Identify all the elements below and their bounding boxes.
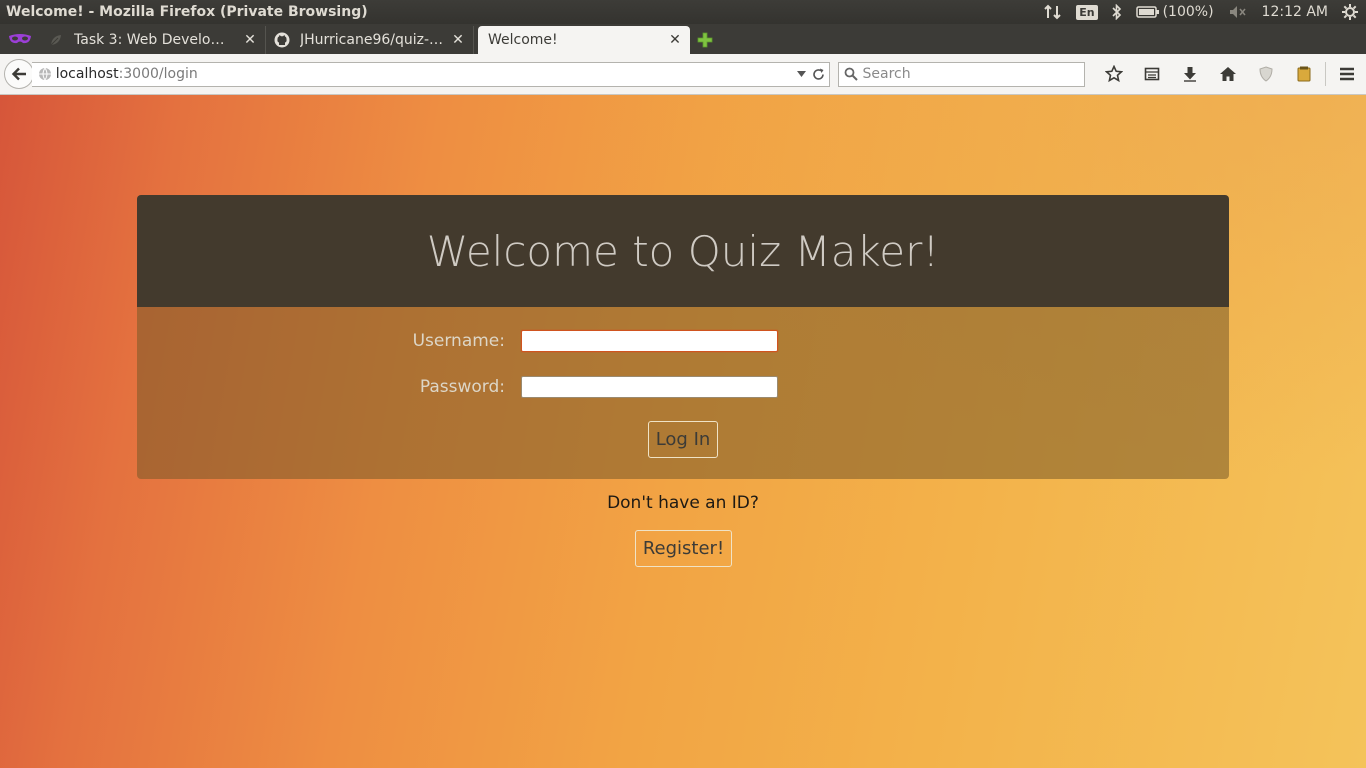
- url-path: :3000/login: [118, 66, 198, 82]
- plus-icon: [697, 32, 713, 48]
- card-header: Welcome to Quiz Maker!: [137, 195, 1229, 307]
- tab-label: JHurricane96/quiz-…: [300, 32, 444, 48]
- login-card: Welcome to Quiz Maker! Username: Passwor…: [137, 195, 1229, 479]
- settings-gear-icon[interactable]: [1342, 4, 1358, 20]
- new-tab-button[interactable]: [690, 26, 720, 54]
- bookmark-star-icon[interactable]: [1095, 59, 1133, 89]
- site-identity-globe-icon[interactable]: [38, 67, 52, 81]
- toolbar-separator: [1325, 62, 1326, 86]
- navigation-toolbar: localhost:3000/login: [0, 54, 1366, 95]
- private-browsing-mask-icon: [0, 24, 40, 54]
- keyboard-layout-indicator[interactable]: En: [1076, 4, 1098, 20]
- toolbar-icons: [1095, 59, 1366, 89]
- reload-icon[interactable]: [812, 68, 825, 81]
- notes-extension-icon[interactable]: [1285, 59, 1323, 89]
- leaf-icon: [48, 32, 64, 48]
- hamburger-menu-icon[interactable]: [1328, 59, 1366, 89]
- system-top-panel: Welcome! - Mozilla Firefox (Private Brow…: [0, 0, 1366, 24]
- arrow-left-icon: [11, 67, 26, 81]
- battery-percentage: (100%): [1162, 4, 1214, 20]
- bookmarks-menu-icon[interactable]: [1133, 59, 1171, 89]
- password-label: Password:: [419, 377, 505, 397]
- tab-label: Task 3: Web Develo…: [74, 32, 225, 48]
- back-button[interactable]: [4, 59, 34, 89]
- password-input[interactable]: [521, 376, 778, 398]
- login-button[interactable]: Log In: [648, 421, 718, 458]
- close-icon[interactable]: ✕: [243, 32, 257, 48]
- search-icon: [844, 67, 858, 81]
- browser-tab-strip: Task 3: Web Develo… ✕ JHurricane96/quiz-…: [0, 24, 1366, 54]
- username-input[interactable]: [521, 330, 778, 352]
- tab-label: Welcome!: [488, 32, 558, 48]
- page-viewport: Welcome to Quiz Maker! Username: Passwor…: [0, 95, 1366, 768]
- system-indicators: En (100%) 12:12 AM: [1030, 0, 1366, 24]
- window-title: Welcome! - Mozilla Firefox (Private Brow…: [6, 4, 368, 20]
- close-icon[interactable]: ✕: [668, 32, 682, 48]
- username-row: Username:: [385, 330, 778, 352]
- tab-welcome[interactable]: Welcome! ✕: [478, 26, 690, 54]
- shield-extension-icon[interactable]: [1247, 59, 1285, 89]
- bluetooth-icon[interactable]: [1112, 4, 1122, 20]
- clock[interactable]: 12:12 AM: [1262, 4, 1328, 20]
- tab-task3[interactable]: Task 3: Web Develo… ✕: [40, 26, 266, 54]
- close-icon[interactable]: ✕: [451, 32, 465, 48]
- battery-icon: [1135, 6, 1159, 18]
- login-form: Username: Password: Log In: [137, 307, 1229, 479]
- search-input[interactable]: [862, 66, 1083, 82]
- search-bar[interactable]: [837, 61, 1085, 87]
- register-button[interactable]: Register!: [635, 530, 732, 567]
- home-icon[interactable]: [1209, 59, 1247, 89]
- url-host: localhost: [55, 66, 119, 82]
- url-bar[interactable]: localhost:3000/login: [31, 61, 830, 87]
- github-icon: [274, 32, 290, 48]
- password-row: Password:: [385, 376, 778, 398]
- tab-github-repo[interactable]: JHurricane96/quiz-… ✕: [266, 26, 474, 54]
- username-label: Username:: [412, 331, 505, 351]
- network-arrows-icon[interactable]: [1044, 4, 1062, 20]
- no-id-prompt: Don't have an ID?: [607, 493, 759, 513]
- battery-indicator[interactable]: (100%): [1135, 4, 1214, 20]
- volume-muted-icon[interactable]: [1228, 4, 1248, 20]
- page-title: Welcome to Quiz Maker!: [426, 226, 940, 276]
- downloads-arrow-icon[interactable]: [1171, 59, 1209, 89]
- url-dropdown-icon[interactable]: [796, 71, 806, 77]
